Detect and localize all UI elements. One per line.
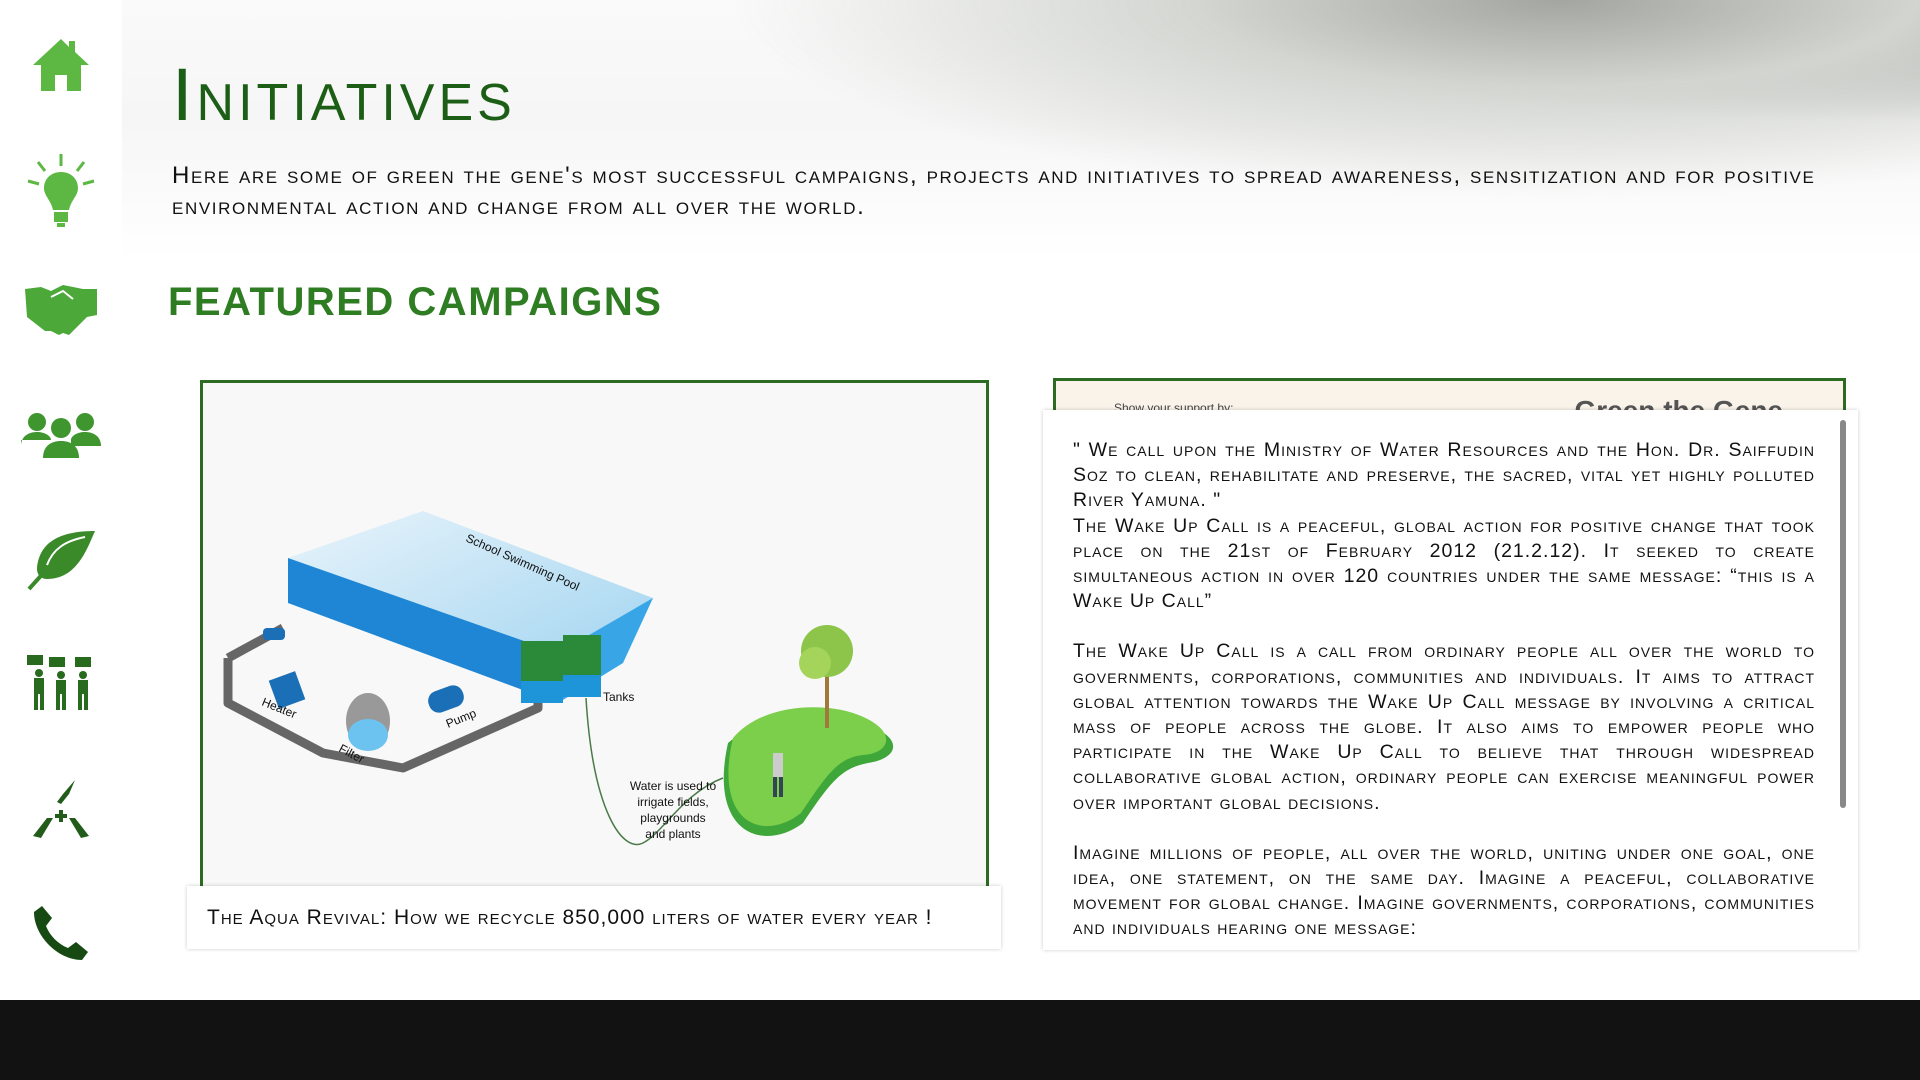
campaign-paragraph: The Wake Up Call is a peaceful, global a…	[1073, 514, 1815, 613]
campaign-caption[interactable]: The Aqua Revival: How we recycle 850,000…	[187, 886, 1001, 949]
sidebar-nav	[0, 0, 122, 1000]
sidebar-item-home[interactable]	[16, 25, 106, 105]
footer-bar	[0, 1000, 1920, 1080]
handshake-icon	[25, 285, 97, 335]
sidebar-item-volunteer[interactable]	[16, 770, 106, 850]
group-icon	[21, 413, 101, 458]
sidebar-item-campaigns[interactable]	[16, 643, 106, 723]
label-water-1: Water is used to	[630, 779, 717, 793]
campaign-paragraph: The Wake Up Call is a call from ordinary…	[1073, 640, 1815, 814]
water-recycling-diagram: School Swimming Pool Tanks Heater Filter…	[223, 511, 894, 846]
phone-icon	[34, 906, 88, 960]
label-water-4: and plants	[645, 827, 700, 841]
home-icon	[33, 39, 89, 91]
campaign-description-panel[interactable]: " We call upon the Ministry of Water Res…	[1043, 410, 1858, 950]
campaign-paragraph: Imagine millions of people, all over the…	[1073, 841, 1815, 940]
label-water-2: irrigate fields,	[637, 795, 708, 809]
campaign-card-aqua-revival[interactable]: School Swimming Pool Tanks Heater Filter…	[200, 380, 989, 888]
page-intro: Here are some of Green the Gene's most s…	[172, 162, 1816, 220]
leaf-icon	[27, 531, 95, 591]
sidebar-item-ideas[interactable]	[16, 152, 106, 232]
lightbulb-icon	[27, 154, 95, 227]
campaign-quote: " We call upon the Ministry of Water Res…	[1073, 439, 1815, 512]
sidebar-item-contact[interactable]	[16, 893, 106, 973]
label-water-3: playgrounds	[640, 811, 705, 825]
protest-icon	[27, 655, 91, 710]
label-pump: Pump	[444, 706, 479, 731]
page-title: Initiatives	[172, 53, 516, 136]
helping-hands-icon	[33, 780, 89, 838]
label-tanks: Tanks	[603, 690, 634, 704]
sidebar-item-team[interactable]	[16, 395, 106, 475]
sidebar-item-environment[interactable]	[16, 520, 106, 600]
sidebar-item-partners[interactable]	[16, 270, 106, 350]
panel-scrollbar[interactable]	[1840, 420, 1846, 808]
section-title: FEATURED CAMPAIGNS	[168, 280, 663, 324]
